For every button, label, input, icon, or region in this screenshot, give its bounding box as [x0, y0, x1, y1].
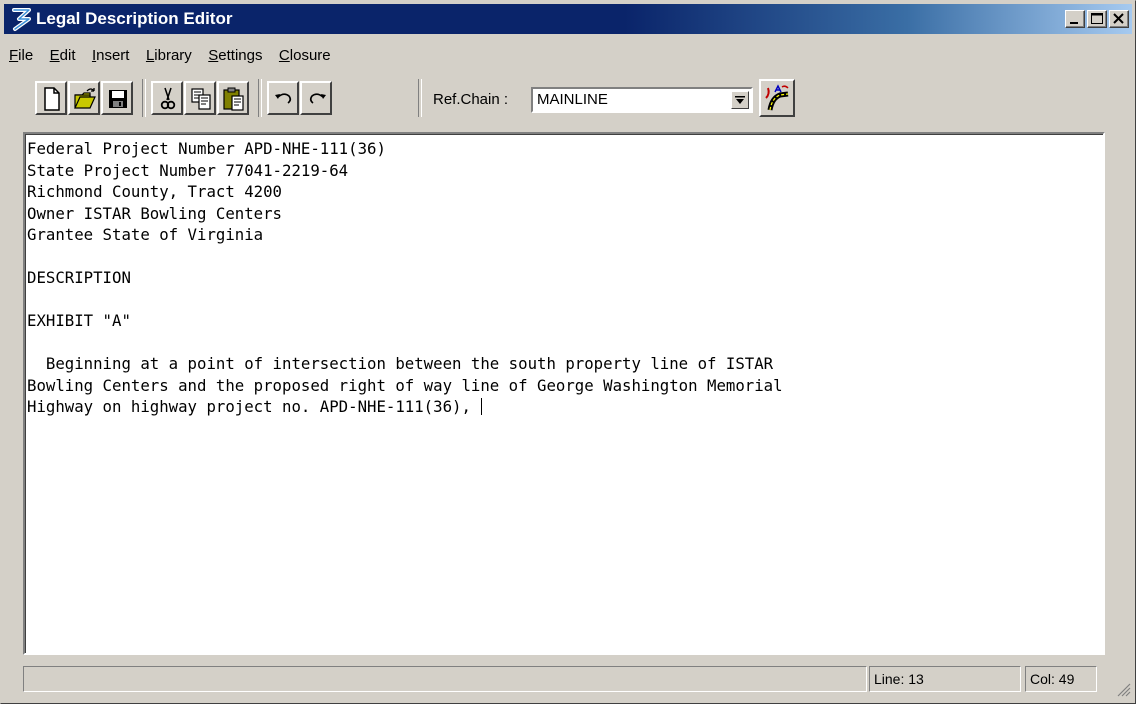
alignment-button[interactable] [759, 79, 795, 117]
text-line: Highway on highway project no. APD-NHE-1… [27, 397, 481, 416]
menu-library[interactable]: Library [142, 45, 196, 66]
menu-bar: File Edit Insert Library Settings Closur… [5, 45, 339, 69]
text-line: State Project Number 77041-2219-64 [27, 160, 349, 180]
status-message-panel [23, 666, 867, 692]
paste-icon [223, 87, 244, 111]
refchain-label: Ref.Chain : [433, 91, 509, 108]
close-icon [1113, 13, 1124, 24]
menu-insert[interactable]: Insert [88, 45, 134, 66]
line-indicator-panel: Line: 13 [869, 666, 1021, 692]
dropdown-arrow-button[interactable] [731, 91, 749, 109]
application-window: Legal Description Editor File Edit Inser… [0, 0, 1136, 704]
refchain-dropdown[interactable]: MAINLINE [531, 87, 753, 113]
legal-description-text-area[interactable]: Federal Project Number APD-NHE-111(36) S… [23, 132, 1105, 655]
text-line: Bowling Centers and the proposed right o… [27, 375, 783, 395]
save-icon [109, 90, 127, 108]
text-line: Federal Project Number APD-NHE-111(36) [27, 139, 386, 158]
chevron-down-icon [735, 96, 745, 104]
toolbar-separator [258, 79, 262, 117]
new-button[interactable] [35, 81, 67, 115]
text-line: Grantee State of Virginia [27, 225, 264, 244]
line-indicator: Line: 13 [874, 671, 924, 687]
text-caret [481, 398, 483, 415]
maximize-button[interactable] [1087, 10, 1107, 28]
open-icon [74, 88, 96, 109]
copy-icon [191, 88, 211, 110]
text-line: DESCRIPTION [27, 268, 131, 287]
app-logo-icon [12, 8, 31, 31]
undo-icon [275, 93, 292, 104]
menu-edit[interactable]: Edit [46, 45, 80, 66]
cut-button[interactable] [151, 81, 183, 115]
paste-button[interactable] [217, 81, 249, 115]
toolbar-separator [418, 79, 422, 117]
undo-button[interactable] [267, 81, 299, 115]
minimize-icon [1070, 22, 1078, 24]
new-icon [44, 87, 60, 111]
menu-settings[interactable]: Settings [204, 45, 266, 66]
close-button[interactable] [1109, 10, 1129, 28]
toolbar: Ref.Chain : MAINLINE [5, 75, 1133, 123]
minimize-button[interactable] [1065, 10, 1085, 28]
size-grip-icon[interactable] [1117, 683, 1131, 697]
title-bar[interactable]: Legal Description Editor [4, 4, 1132, 34]
refchain-value: MAINLINE [537, 91, 608, 108]
alignment-icon [765, 84, 789, 111]
redo-icon [309, 93, 326, 104]
text-line: Beginning at a point of intersection bet… [27, 354, 774, 373]
text-line: Richmond County, Tract 4200 [27, 182, 283, 201]
text-line: EXHIBIT "A" [27, 311, 131, 330]
cut-icon [160, 87, 176, 110]
copy-button[interactable] [184, 81, 216, 115]
toolbar-separator [142, 79, 146, 117]
menu-file[interactable]: File [5, 45, 37, 66]
maximize-icon [1091, 13, 1103, 24]
open-button[interactable] [68, 81, 100, 115]
menu-closure[interactable]: Closure [275, 45, 335, 66]
text-line: Owner ISTAR Bowling Centers [27, 203, 283, 223]
column-indicator: Col: 49 [1030, 671, 1075, 687]
redo-button[interactable] [300, 81, 332, 115]
column-indicator-panel: Col: 49 [1025, 666, 1097, 692]
window-title: Legal Description Editor [36, 9, 233, 28]
save-button[interactable] [101, 81, 133, 115]
editor-text: Federal Project Number APD-NHE-111(36) S… [27, 138, 783, 418]
